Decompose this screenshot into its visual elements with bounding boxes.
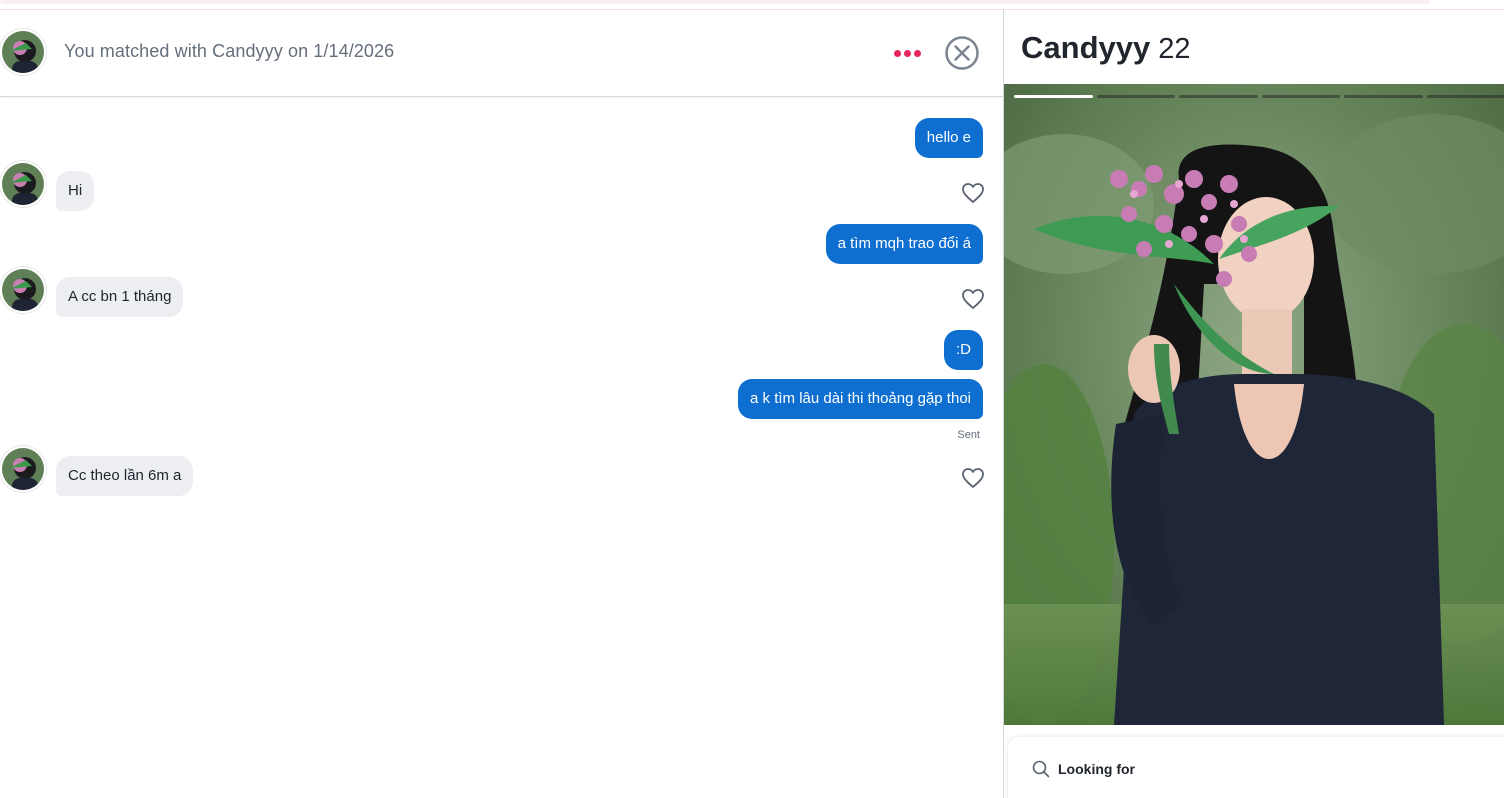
- avatar-image: [2, 31, 44, 73]
- looking-for-label: Looking for: [1058, 761, 1135, 777]
- photo-progress-bars: [1014, 95, 1504, 99]
- match-date-text: You matched with Candyyy on 1/14/2026: [64, 41, 395, 61]
- more-options-button[interactable]: [889, 40, 925, 66]
- match-avatar-small[interactable]: [0, 161, 46, 207]
- browser-top-strip: [0, 0, 1504, 10]
- outgoing-message[interactable]: a tìm mqh trao đổi á: [825, 224, 983, 264]
- avatar-image: [2, 269, 44, 311]
- match-avatar-small[interactable]: [0, 267, 46, 313]
- chat-header: You matched with Candyyy on 1/14/2026: [0, 10, 1003, 97]
- heart-icon: [962, 468, 984, 488]
- incoming-message[interactable]: A cc bn 1 tháng: [56, 277, 184, 317]
- looking-for-section: Looking for: [1032, 760, 1135, 778]
- photo-indicator[interactable]: [1426, 95, 1504, 98]
- top-highlight-bar: [0, 0, 1430, 4]
- match-avatar-small[interactable]: [0, 446, 46, 492]
- profile-photo[interactable]: [1004, 84, 1504, 725]
- profile-panel: Candyyy 22 Looking for: [1003, 10, 1504, 798]
- avatar-image: [2, 163, 44, 205]
- match-avatar[interactable]: [0, 29, 46, 75]
- profile-age: 22: [1158, 33, 1191, 65]
- message-list: hello e Hi a tìm mqh trao đổi á A cc bn …: [0, 98, 1003, 798]
- photo-indicator[interactable]: [1261, 95, 1340, 98]
- profile-info-card: Looking for: [1008, 737, 1504, 798]
- heart-icon: [962, 183, 984, 203]
- dot: [913, 49, 921, 57]
- photo-indicator[interactable]: [1096, 95, 1175, 98]
- close-circle-icon: [945, 36, 979, 70]
- like-message-button[interactable]: [961, 182, 985, 204]
- search-icon: [1032, 760, 1050, 778]
- incoming-message[interactable]: Cc theo lần 6m a: [56, 456, 194, 496]
- sent-status: Sent: [957, 429, 980, 441]
- photo-indicator[interactable]: [1014, 95, 1093, 98]
- profile-name: Candyyy: [1021, 30, 1151, 65]
- outgoing-message[interactable]: :D: [944, 330, 983, 370]
- outgoing-message[interactable]: hello e: [914, 118, 983, 158]
- profile-photo-image: [1004, 84, 1504, 725]
- incoming-message[interactable]: Hi: [56, 171, 95, 211]
- chat-panel: You matched with Candyyy on 1/14/2026 he…: [0, 10, 1003, 798]
- heart-icon: [962, 289, 984, 309]
- avatar-image: [2, 448, 44, 490]
- profile-name-age: Candyyy 22: [1021, 30, 1191, 66]
- photo-indicator[interactable]: [1344, 95, 1423, 98]
- photo-indicator[interactable]: [1179, 95, 1258, 98]
- outgoing-message[interactable]: a k tìm lâu dài thi thoảng gặp thoi: [738, 379, 983, 419]
- dot: [903, 49, 911, 57]
- like-message-button[interactable]: [961, 467, 985, 489]
- like-message-button[interactable]: [961, 288, 985, 310]
- more-dots-icon: [893, 49, 901, 57]
- close-chat-button[interactable]: [944, 35, 980, 71]
